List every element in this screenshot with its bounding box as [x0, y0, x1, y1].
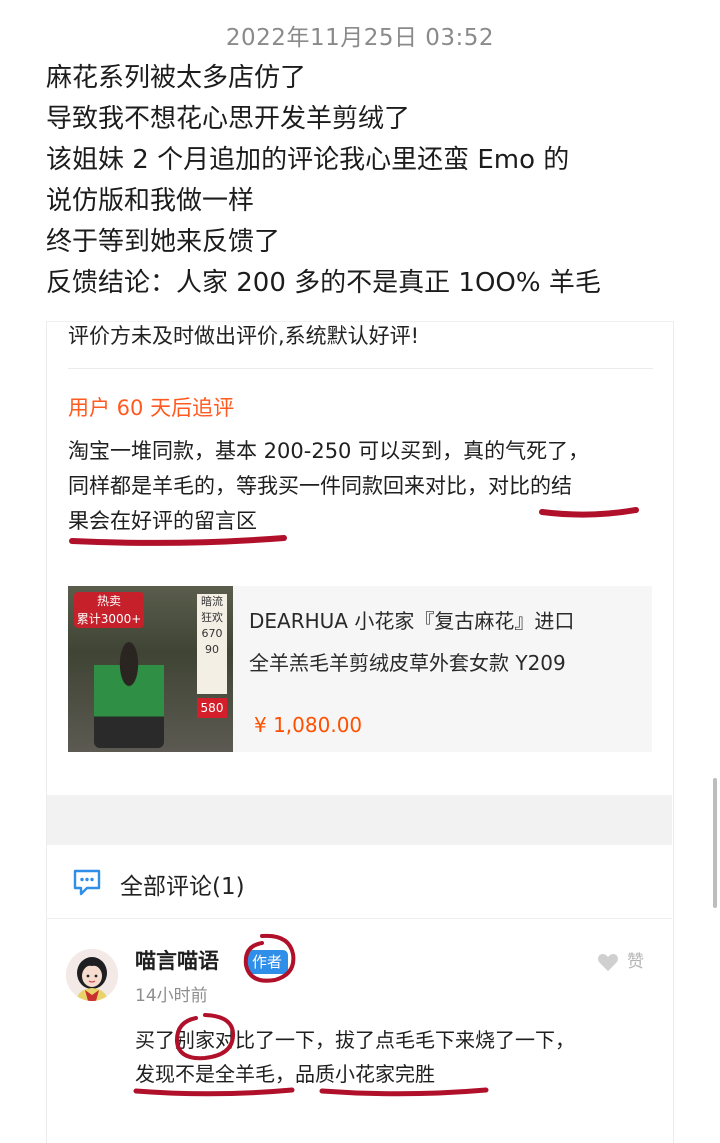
post-line: 该姐妹 2 个月追加的评论我心里还蛮 Emo 的 — [46, 145, 570, 175]
product-card[interactable]: 热卖 累计3000+ 暗流狂欢 670 90 580 DEARHUA 小花家『复… — [68, 586, 652, 752]
divider — [68, 368, 653, 369]
heart-icon — [598, 953, 618, 972]
followup-review: 淘宝一堆同款，基本 200-250 可以买到，真的气死了， 同样都是羊毛的，等我… — [68, 434, 668, 539]
image-side-value: 670 — [201, 627, 223, 640]
comments-title: 全部评论(1) — [120, 874, 245, 900]
followup-line: 同样都是羊毛的，等我买一件同款回来对比，对比的结 — [68, 474, 572, 498]
image-tag-sub: 累计3000+ — [76, 612, 142, 626]
comment-line: 买了别家对比了一下，拔了点毛毛下来烧了一下， — [135, 1028, 575, 1052]
product-title[interactable]: DEARHUA 小花家『复古麻花』进口 全羊羔毛羊剪绒皮草外套女款 Y209 — [249, 600, 649, 684]
product-price: ¥ 1,080.00 — [254, 713, 363, 737]
default-review-text: 评价方未及时做出评价,系统默认好评! — [68, 324, 420, 348]
post-line: 麻花系列被太多店仿了 — [46, 63, 307, 93]
followup-line: 淘宝一堆同款，基本 200-250 可以买到，真的气死了， — [68, 439, 590, 463]
comment-bubble-icon — [73, 869, 101, 896]
image-side-title: 暗流狂欢 — [201, 595, 223, 624]
image-tag-main: 热卖 — [96, 594, 121, 608]
product-title-line: 全羊羔毛羊剪绒皮草外套女款 Y209 — [249, 651, 566, 675]
product-title-line: DEARHUA 小花家『复古麻花』进口 — [249, 609, 575, 633]
product-image-tag: 热卖 累计3000+ — [74, 592, 144, 628]
post-line: 终于等到她来反馈了 — [46, 227, 281, 257]
comment-author[interactable]: 喵言喵语 — [135, 945, 219, 975]
author-badge: 作者 — [246, 950, 289, 974]
product-image[interactable]: 热卖 累计3000+ 暗流狂欢 670 90 580 — [68, 586, 233, 752]
post-line: 导致我不想花心思开发羊剪绒了 — [46, 104, 411, 134]
image-side-value: 90 — [205, 643, 219, 656]
product-image-side-panel: 暗流狂欢 670 90 — [197, 594, 227, 694]
like-label: 赞 — [627, 952, 644, 972]
comment-time: 14小时前 — [135, 986, 208, 1006]
product-image-price-tag: 580 — [197, 698, 227, 718]
comment-body: 买了别家对比了一下，拔了点毛毛下来烧了一下， 发现不是全羊毛，品质小花家完胜 — [135, 1023, 655, 1091]
comment-line: 发现不是全羊毛，品质小花家完胜 — [135, 1062, 435, 1086]
followup-label: 用户 60 天后追评 — [68, 396, 235, 420]
post-line: 反馈结论：人家 200 多的不是真正 1OO% 羊毛 — [46, 268, 601, 298]
comments-header: 全部评论(1) — [47, 845, 672, 919]
followup-line: 果会在好评的留言区 — [68, 509, 257, 533]
post-text: 麻花系列被太多店仿了 导致我不想花心思开发羊剪绒了 该姐妹 2 个月追加的评论我… — [46, 58, 686, 304]
comment-item: 喵言喵语 作者 14小时前 赞 买了别家对比了一下，拔了点毛毛下来烧了一下， 发… — [47, 919, 672, 1142]
avatar[interactable] — [66, 949, 118, 1001]
post-line: 说仿版和我做一样 — [46, 186, 255, 216]
scrollbar[interactable] — [713, 778, 717, 908]
product-model-figure — [94, 636, 164, 748]
avatar-illustration — [66, 949, 118, 1001]
section-gap — [47, 795, 672, 845]
like-button[interactable]: 赞 — [597, 947, 644, 972]
post-timestamp: 2022年11月25日 03:52 — [225, 25, 495, 51]
